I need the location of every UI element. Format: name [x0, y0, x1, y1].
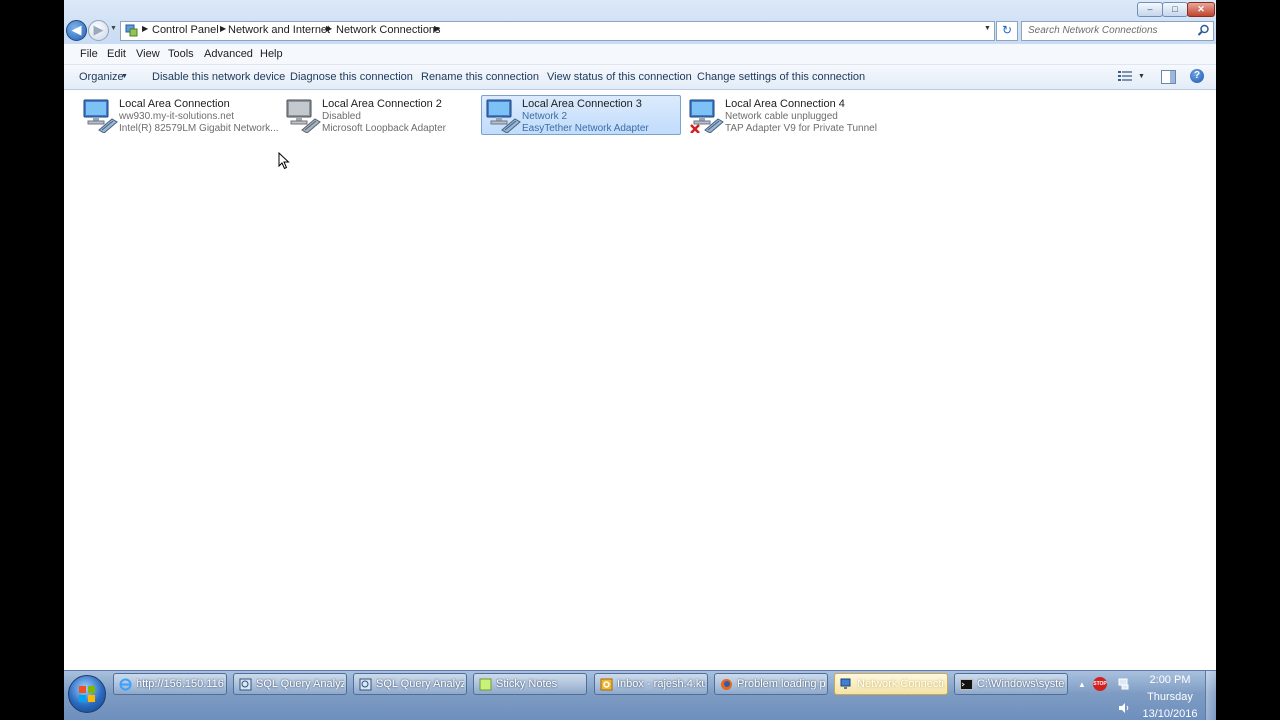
diagnose-connection-button[interactable]: Diagnose this connection	[290, 71, 413, 83]
connection-device: Microsoft Loopback Adapter	[322, 123, 446, 134]
start-button[interactable]	[68, 675, 106, 713]
menu-advanced[interactable]: Advanced	[204, 48, 253, 60]
connections-list: Local Area Connection ww930.my-it-soluti…	[64, 90, 1216, 670]
breadcrumb-network-connections[interactable]: Network Connections	[336, 24, 441, 36]
connection-item-local-area-connection[interactable]: Local Area Connection ww930.my-it-soluti…	[78, 95, 279, 135]
taskbar-item-label: http://156.150.116....	[136, 678, 224, 690]
taskbar-item-firefox[interactable]: Problem loading p...	[714, 673, 828, 695]
taskbar-item-label: Problem loading p...	[737, 678, 825, 690]
network-adapter-unplugged-icon	[689, 99, 724, 133]
menu-view[interactable]: View	[136, 48, 160, 60]
sql-query-analyzer-icon	[359, 678, 372, 691]
breadcrumb-network-and-internet[interactable]: Network and Internet	[228, 24, 330, 36]
taskbar-item-label: Inbox - rajesh.4.ku...	[617, 678, 705, 690]
breadcrumb-separator-icon[interactable]: ▶	[220, 24, 226, 33]
connection-name: Local Area Connection	[119, 98, 230, 110]
minimize-button[interactable]: –	[1137, 2, 1163, 17]
address-field[interactable]: ▶ Control Panel ▶ Network and Internet ▶…	[120, 21, 995, 41]
taskbar-item-outlook[interactable]: Inbox - rajesh.4.ku...	[594, 673, 708, 695]
taskbar-item-label: SQL Query Analyze...	[256, 678, 344, 690]
connection-name: Local Area Connection 3	[522, 98, 642, 110]
breadcrumb-separator-icon[interactable]: ▶	[434, 24, 440, 33]
connection-status: Network 2	[522, 111, 568, 122]
network-connections-icon	[840, 678, 851, 689]
connection-name: Local Area Connection 2	[322, 98, 442, 110]
taskbar-item-label: SQL Query Analyze...	[376, 678, 464, 690]
stop-icon[interactable]: STOP	[1093, 677, 1107, 691]
breadcrumb-separator-icon[interactable]: ▶	[142, 24, 148, 33]
organize-button[interactable]: Organize	[79, 71, 124, 83]
network-adapter-disabled-icon	[286, 99, 321, 133]
mouse-cursor-icon	[278, 152, 290, 170]
taskbar-item-sticky-notes[interactable]: Sticky Notes	[473, 673, 587, 695]
connection-status: ww930.my-it-solutions.net	[119, 111, 235, 122]
taskbar-item-browser[interactable]: http://156.150.116....	[113, 673, 227, 695]
rename-connection-button[interactable]: Rename this connection	[421, 71, 539, 83]
menu-edit[interactable]: Edit	[107, 48, 126, 60]
change-view-icon[interactable]	[1118, 70, 1132, 82]
taskbar-item-sql-query-analyzer[interactable]: SQL Query Analyze...	[353, 673, 467, 695]
taskbar-item-label: C:\Windows\syste...	[977, 678, 1065, 690]
view-options-dropdown-icon[interactable]: ▼	[1138, 73, 1145, 80]
connection-device: TAP Adapter V9 for Private Tunnel	[725, 123, 877, 134]
refresh-button[interactable]: ↻	[996, 21, 1018, 41]
connection-status: Network cable unplugged	[725, 111, 838, 122]
breadcrumb-control-panel[interactable]: Control Panel	[152, 24, 219, 36]
maximize-button[interactable]: □	[1162, 2, 1188, 17]
taskbar-item-label: Sticky Notes	[496, 678, 558, 690]
outlook-icon	[600, 678, 613, 691]
preview-pane-button[interactable]	[1161, 70, 1176, 84]
address-bar-area: – □ ✕ ◀ ▶ ▼ ▶ Control Panel ▶ Network an…	[64, 0, 1216, 45]
menu-file[interactable]: File	[80, 48, 98, 60]
command-bar: Organize ▼ Disable this network device D…	[64, 65, 1216, 90]
connection-device: EasyTether Network Adapter	[522, 123, 649, 134]
view-status-button[interactable]: View status of this connection	[547, 71, 692, 83]
connection-name: Local Area Connection 4	[725, 98, 845, 110]
network-connections-window: – □ ✕ ◀ ▶ ▼ ▶ Control Panel ▶ Network an…	[64, 0, 1216, 720]
windows-logo-icon	[79, 686, 95, 702]
organize-dropdown-icon[interactable]: ▼	[121, 73, 128, 80]
ie-icon	[119, 678, 132, 691]
menu-tools[interactable]: Tools	[168, 48, 194, 60]
help-button[interactable]: ?	[1190, 69, 1204, 83]
address-history-dropdown-icon[interactable]: ▼	[984, 25, 991, 32]
volume-icon[interactable]	[1118, 702, 1130, 714]
firefox-icon	[721, 679, 732, 690]
cmd-icon	[960, 679, 973, 690]
connection-item-local-area-connection-3[interactable]: Local Area Connection 3 Network 2 EasyTe…	[481, 95, 681, 135]
menu-help[interactable]: Help	[260, 48, 283, 60]
search-icon[interactable]	[1197, 24, 1210, 37]
control-panel-icon	[125, 24, 138, 37]
show-desktop-button[interactable]	[1205, 671, 1216, 720]
taskbar-item-command-prompt[interactable]: C:\Windows\syste...	[954, 673, 1068, 695]
sticky-notes-icon	[479, 678, 492, 691]
network-adapter-icon	[486, 99, 521, 133]
search-placeholder: Search Network Connections	[1028, 25, 1158, 36]
search-input[interactable]: Search Network Connections	[1021, 21, 1214, 41]
taskbar: http://156.150.116.... SQL Query Analyze…	[64, 670, 1216, 720]
clock-time[interactable]: 2:00 PM	[1138, 674, 1202, 686]
network-adapter-icon	[83, 99, 118, 133]
close-button[interactable]: ✕	[1187, 2, 1215, 17]
clock-date[interactable]: 13/10/2016	[1138, 708, 1202, 720]
connection-device: Intel(R) 82579LM Gigabit Network...	[119, 123, 279, 134]
connection-item-local-area-connection-2[interactable]: Local Area Connection 2 Disabled Microso…	[281, 95, 481, 135]
menu-bar: File Edit View Tools Advanced Help	[64, 44, 1216, 65]
clock-day[interactable]: Thursday	[1138, 691, 1202, 703]
forward-button[interactable]: ▶	[88, 20, 109, 41]
connection-item-local-area-connection-4[interactable]: Local Area Connection 4 Network cable un…	[684, 95, 884, 135]
breadcrumb-separator-icon[interactable]: ▶	[326, 24, 332, 33]
sql-query-analyzer-icon	[239, 678, 252, 691]
disable-device-button[interactable]: Disable this network device	[152, 71, 285, 83]
network-tray-icon[interactable]	[1118, 678, 1130, 690]
taskbar-item-sql-query-analyzer[interactable]: SQL Query Analyze...	[233, 673, 347, 695]
taskbar-item-network-connections[interactable]: Network Connecti...	[834, 673, 948, 695]
change-settings-button[interactable]: Change settings of this connection	[697, 71, 865, 83]
back-button[interactable]: ◀	[66, 20, 87, 41]
connection-status: Disabled	[322, 111, 361, 122]
show-hidden-icons-button[interactable]: ▲	[1078, 680, 1086, 689]
taskbar-item-label: Network Connecti...	[857, 678, 945, 690]
recent-pages-dropdown-icon[interactable]: ▼	[110, 25, 117, 32]
